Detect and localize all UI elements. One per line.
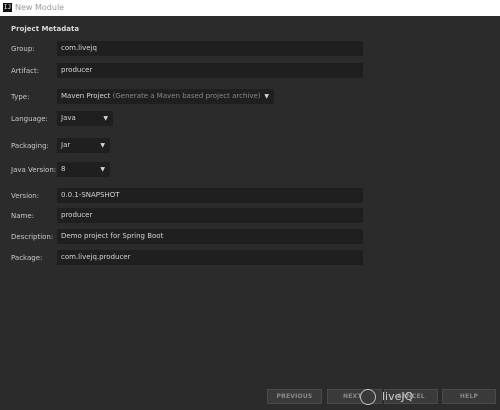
- watermark-text: liveJQ: [382, 390, 414, 403]
- chevron-down-icon: ▼: [100, 166, 105, 173]
- language-label: Language:: [11, 115, 48, 123]
- artifact-field[interactable]: producer: [57, 63, 363, 78]
- description-field[interactable]: Demo project for Spring Boot: [57, 229, 363, 244]
- language-select[interactable]: Java ▼: [57, 111, 113, 126]
- name-field[interactable]: producer: [57, 208, 363, 223]
- java-version-label: Java Version:: [11, 166, 57, 174]
- name-label: Name:: [11, 212, 35, 220]
- version-label: Version:: [11, 192, 40, 200]
- watermark-logo-icon: [360, 389, 376, 405]
- chevron-down-icon: ▼: [103, 115, 108, 122]
- packaging-value: Jar: [61, 141, 71, 149]
- java-version-value: 8: [61, 165, 66, 173]
- type-label: Type:: [11, 93, 30, 101]
- description-label: Description:: [11, 233, 54, 241]
- chevron-down-icon: ▼: [100, 142, 105, 149]
- window-title: New Module: [15, 3, 65, 12]
- type-value: Maven Project: [61, 92, 111, 100]
- group-field[interactable]: com.livejq: [57, 41, 363, 56]
- watermark: liveJQ: [360, 387, 440, 407]
- artifact-label: Artifact:: [11, 67, 40, 75]
- java-version-select[interactable]: 8 ▼: [57, 162, 110, 177]
- package-label: Package:: [11, 254, 43, 262]
- group-label: Group:: [11, 45, 35, 53]
- chevron-down-icon: ▼: [264, 93, 269, 100]
- packaging-label: Packaging:: [11, 142, 49, 150]
- section-title: Project Metadata: [11, 25, 80, 33]
- intellij-logo-icon: IJ: [3, 3, 12, 12]
- type-select[interactable]: Maven Project (Generate a Maven based pr…: [57, 89, 274, 104]
- packaging-select[interactable]: Jar ▼: [57, 138, 110, 153]
- help-button[interactable]: HELP: [442, 389, 496, 404]
- language-value: Java: [61, 114, 76, 122]
- version-field[interactable]: 0.0.1-SNAPSHOT: [57, 188, 363, 203]
- type-hint: (Generate a Maven based project archive): [112, 92, 261, 100]
- window-titlebar: IJ New Module: [0, 0, 500, 16]
- package-field[interactable]: com.livejq.producer: [57, 250, 363, 265]
- previous-button[interactable]: PREVIOUS: [267, 389, 322, 404]
